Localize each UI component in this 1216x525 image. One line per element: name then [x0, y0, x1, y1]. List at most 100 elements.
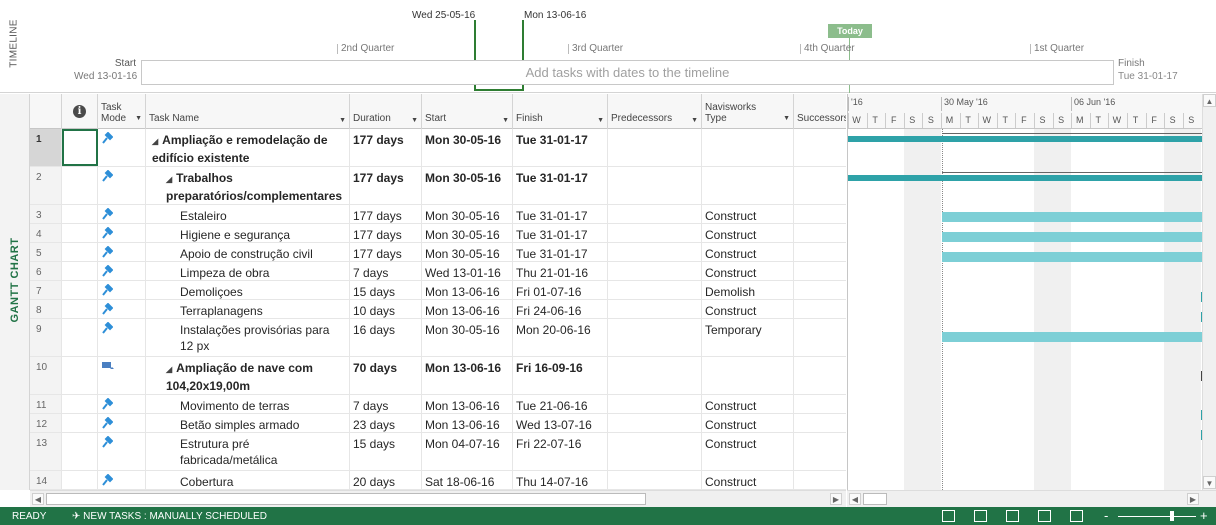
timeline-toggle-icon[interactable] — [942, 510, 955, 522]
task-bar[interactable] — [942, 252, 1202, 262]
predecessors-cell[interactable] — [608, 357, 702, 394]
chevron-down-icon[interactable]: ▼ — [597, 117, 604, 124]
indicator-cell[interactable] — [62, 205, 98, 223]
successors-cell[interactable] — [794, 262, 846, 280]
navisworks-type-cell[interactable]: Temporary — [702, 319, 794, 356]
row-id[interactable]: 11 — [30, 395, 62, 413]
zoom-out-button[interactable]: - — [1104, 508, 1108, 523]
navisworks-type-cell[interactable] — [702, 129, 794, 166]
scroll-right-icon[interactable]: ▶ — [1187, 493, 1199, 505]
task-mode-cell[interactable] — [98, 167, 146, 204]
table-row[interactable]: 4 Higiene e segurança 177 days Mon 30-05-16… — [30, 224, 846, 243]
predecessors-cell[interactable] — [608, 300, 702, 318]
vertical-scrollbar[interactable]: ▲ ▼ — [1202, 94, 1216, 490]
scroll-thumb[interactable] — [863, 493, 887, 505]
row-id[interactable]: 9 — [30, 319, 62, 356]
navisworks-type-cell[interactable]: Construct — [702, 243, 794, 261]
select-all-corner[interactable] — [30, 94, 62, 129]
row-id[interactable]: 12 — [30, 414, 62, 432]
start-cell[interactable]: Mon 30-05-16 — [422, 167, 513, 204]
task-mode-cell[interactable] — [98, 224, 146, 242]
indicator-cell[interactable] — [62, 319, 98, 356]
navisworks-type-cell[interactable]: Construct — [702, 433, 794, 470]
table-row[interactable]: 6 Limpeza de obra 7 days Wed 13-01-16 Thu 21… — [30, 262, 846, 281]
navisworks-type-cell[interactable]: Construct — [702, 262, 794, 280]
table-row[interactable]: 14 Cobertura 20 days Sat 18-06-16 Thu 14-07-… — [30, 471, 846, 490]
table-row[interactable]: 12 Betão simples armado 23 days Mon 13-06-1… — [30, 414, 846, 433]
column-header-task-mode[interactable]: Task Mode ▼ — [98, 94, 146, 129]
task-mode-cell[interactable] — [98, 300, 146, 318]
task-bar[interactable] — [942, 332, 1202, 342]
duration-cell[interactable]: 177 days — [350, 167, 422, 204]
scroll-down-icon[interactable]: ▼ — [1203, 476, 1216, 489]
table-row[interactable]: 3 Estaleiro 177 days Mon 30-05-16 Tue 31-01-… — [30, 205, 846, 224]
duration-cell[interactable]: 177 days — [350, 205, 422, 223]
indicator-cell[interactable] — [62, 167, 98, 204]
finish-cell[interactable]: Fri 22-07-16 — [513, 433, 608, 470]
task-name-cell[interactable]: Limpeza de obra — [146, 262, 350, 280]
predecessors-cell[interactable] — [608, 262, 702, 280]
indicator-cell[interactable] — [62, 262, 98, 280]
collapse-triangle-icon[interactable]: ◢ — [166, 175, 172, 184]
collapse-triangle-icon[interactable]: ◢ — [152, 137, 158, 146]
task-mode-cell[interactable] — [98, 262, 146, 280]
task-mode-cell[interactable] — [98, 243, 146, 261]
column-header-predecessors[interactable]: Predecessors ▼ — [608, 94, 702, 129]
navisworks-type-cell[interactable] — [702, 357, 794, 394]
predecessors-cell[interactable] — [608, 414, 702, 432]
task-name-cell[interactable]: Terraplanagens — [146, 300, 350, 318]
duration-cell[interactable]: 177 days — [350, 224, 422, 242]
successors-cell[interactable] — [794, 357, 846, 394]
finish-cell[interactable]: Fri 01-07-16 — [513, 281, 608, 299]
summary-bar[interactable] — [848, 175, 1202, 181]
scroll-up-icon[interactable]: ▲ — [1203, 94, 1216, 107]
successors-cell[interactable] — [794, 129, 846, 166]
indicator-cell[interactable] — [62, 129, 98, 166]
indicator-cell[interactable] — [62, 414, 98, 432]
row-id[interactable]: 8 — [30, 300, 62, 318]
task-name-cell[interactable]: Estaleiro — [146, 205, 350, 223]
chevron-down-icon[interactable]: ▼ — [135, 113, 142, 124]
task-name-cell[interactable]: Instalações provisórias para 12 px — [146, 319, 350, 356]
chevron-down-icon[interactable]: ▼ — [502, 117, 509, 124]
start-cell[interactable]: Mon 13-06-16 — [422, 300, 513, 318]
row-id[interactable]: 10 — [30, 357, 62, 394]
task-mode-cell[interactable] — [98, 281, 146, 299]
chevron-down-icon[interactable]: ▼ — [783, 113, 790, 124]
start-cell[interactable]: Mon 13-06-16 — [422, 281, 513, 299]
successors-cell[interactable] — [794, 167, 846, 204]
column-header-finish[interactable]: Finish ▼ — [513, 94, 608, 129]
task-name-cell[interactable]: ◢ Trabalhos preparatórios/complementares — [146, 167, 350, 204]
finish-cell[interactable]: Thu 14-07-16 — [513, 471, 608, 489]
duration-cell[interactable]: 7 days — [350, 262, 422, 280]
task-sheet[interactable]: i Task Mode ▼ Task Name ▼ Duration ▼ Start ▼… — [30, 94, 846, 490]
start-cell[interactable]: Mon 30-05-16 — [422, 129, 513, 166]
task-mode-cell[interactable] — [98, 471, 146, 489]
collapse-triangle-icon[interactable]: ◢ — [166, 365, 172, 374]
scroll-left-icon[interactable]: ◀ — [849, 493, 861, 505]
task-name-cell[interactable]: Demoliçoes — [146, 281, 350, 299]
duration-cell[interactable]: 177 days — [350, 129, 422, 166]
predecessors-cell[interactable] — [608, 243, 702, 261]
zoom-in-button[interactable]: + — [1200, 508, 1208, 523]
table-row[interactable]: 8 Terraplanagens 10 days Mon 13-06-16 Fri 24… — [30, 300, 846, 319]
navisworks-type-cell[interactable]: Construct — [702, 205, 794, 223]
new-tasks-mode[interactable]: ✈ NEW TASKS : MANUALLY SCHEDULED — [72, 511, 267, 522]
task-bar[interactable] — [942, 212, 1202, 222]
gantt-chart[interactable]: '16 30 May '16 06 Jun '16 W T F S S M T W T F S S M T W T F… — [847, 94, 1202, 490]
successors-cell[interactable] — [794, 433, 846, 470]
table-row[interactable]: 9 Instalações provisórias para 12 px 16 da… — [30, 319, 846, 357]
predecessors-cell[interactable] — [608, 395, 702, 413]
team-planner-icon[interactable] — [1038, 510, 1051, 522]
finish-cell[interactable]: Thu 21-01-16 — [513, 262, 608, 280]
predecessors-cell[interactable] — [608, 471, 702, 489]
predecessors-cell[interactable] — [608, 433, 702, 470]
finish-cell[interactable]: Mon 20-06-16 — [513, 319, 608, 356]
finish-cell[interactable]: Fri 24-06-16 — [513, 300, 608, 318]
row-id[interactable]: 4 — [30, 224, 62, 242]
chevron-down-icon[interactable]: ▼ — [691, 117, 698, 124]
start-cell[interactable]: Sat 18-06-16 — [422, 471, 513, 489]
duration-cell[interactable]: 15 days — [350, 281, 422, 299]
duration-cell[interactable]: 177 days — [350, 243, 422, 261]
duration-cell[interactable]: 23 days — [350, 414, 422, 432]
